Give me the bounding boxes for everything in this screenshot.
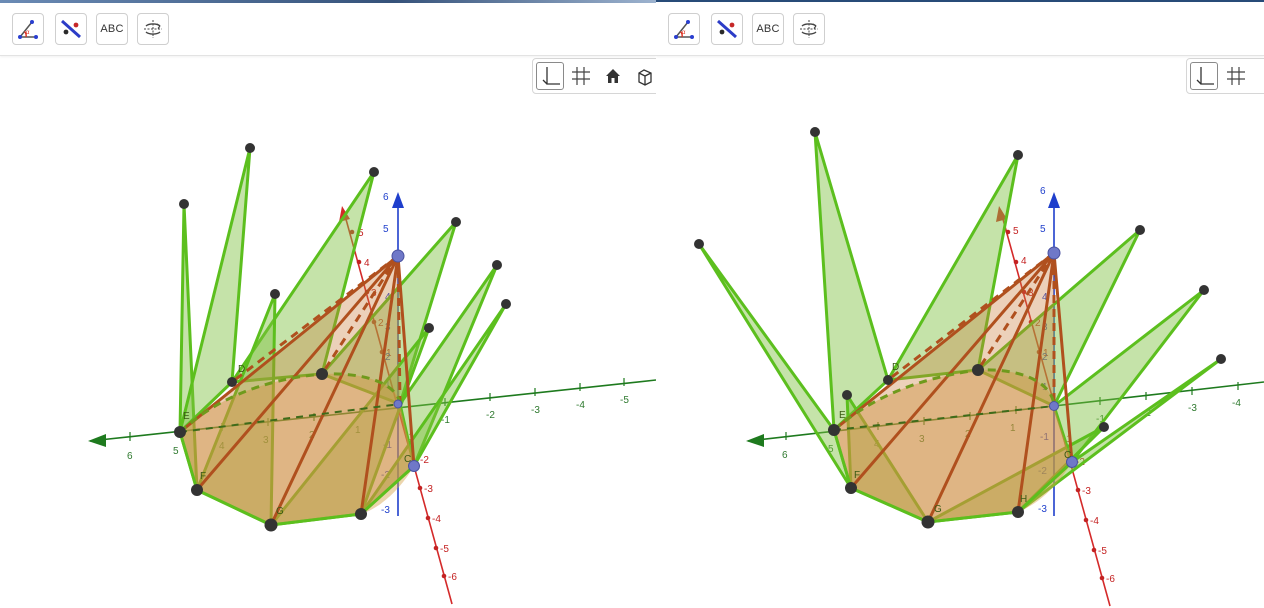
- point[interactable]: [245, 143, 255, 153]
- x-tick-label: -2: [486, 410, 495, 421]
- graphics-view-left[interactable]: α ABC 6 5 4 3 1 -1 -2 -3 -4 -5 5 4 2 1 -…: [0, 0, 656, 608]
- point[interactable]: [270, 289, 280, 299]
- z-tick-label: 6: [1040, 186, 1046, 197]
- point-label: G: [276, 506, 284, 517]
- point-label: E: [183, 411, 190, 422]
- point[interactable]: [972, 364, 984, 376]
- point-label: D: [892, 362, 899, 373]
- x-tick-label: 5: [173, 446, 179, 457]
- cone-apex-point[interactable]: [391, 249, 405, 263]
- point-label: H: [1020, 494, 1027, 505]
- point[interactable]: [842, 390, 852, 400]
- y-tick-label: -2: [420, 455, 429, 466]
- y-tick-label: -5: [1098, 546, 1107, 557]
- z-axis-arrow: [1048, 192, 1060, 208]
- point[interactable]: [264, 518, 278, 532]
- point-label: D: [238, 364, 245, 375]
- point-label: C: [1064, 450, 1071, 461]
- x-tick-label: -5: [620, 395, 629, 406]
- point[interactable]: [501, 299, 511, 309]
- x-axis-arrow: [88, 434, 106, 447]
- point[interactable]: [694, 239, 704, 249]
- point[interactable]: [174, 426, 186, 438]
- point-label: F: [854, 470, 860, 481]
- origin-point[interactable]: [393, 399, 403, 409]
- point[interactable]: [1013, 150, 1023, 160]
- point-label: G: [934, 504, 942, 515]
- graphics-view-right[interactable]: α ABC 6 5 4 3 1 -1 -2 -3 -4 5 4 3 2 1 -1…: [656, 0, 1264, 608]
- x-tick-label: -4: [1232, 398, 1241, 409]
- point[interactable]: [1135, 225, 1145, 235]
- x-tick-label: 6: [127, 451, 133, 462]
- point[interactable]: [1012, 506, 1024, 518]
- z-axis-arrow: [392, 192, 404, 208]
- y-tick-label: -5: [440, 544, 449, 555]
- x-tick-label: 6: [782, 450, 788, 461]
- y-tick-label: -4: [1090, 516, 1099, 527]
- petal-face: [813, 130, 890, 432]
- y-tick-label: -3: [1082, 486, 1091, 497]
- y-tick-label: 4: [1021, 256, 1027, 267]
- y-tick-label: -3: [424, 484, 433, 495]
- point[interactable]: [316, 368, 328, 380]
- x-axis-arrow: [746, 434, 764, 447]
- point[interactable]: [1099, 422, 1109, 432]
- y-tick-label: -4: [432, 514, 441, 525]
- x-tick-label: -4: [576, 400, 585, 411]
- cone-apex-point[interactable]: [1047, 246, 1061, 260]
- point[interactable]: [1216, 354, 1226, 364]
- point[interactable]: [921, 515, 935, 529]
- point[interactable]: [227, 377, 237, 387]
- point[interactable]: [179, 199, 189, 209]
- point-label: F: [200, 471, 206, 482]
- point[interactable]: [810, 127, 820, 137]
- point[interactable]: [424, 323, 434, 333]
- point[interactable]: [883, 375, 893, 385]
- point-label: E: [839, 410, 846, 421]
- point[interactable]: [451, 217, 461, 227]
- z-tick-label: -3: [381, 505, 390, 516]
- point[interactable]: [1199, 285, 1209, 295]
- z-tick-label: 5: [1040, 224, 1046, 235]
- point[interactable]: [355, 508, 367, 520]
- origin-point[interactable]: [1049, 401, 1059, 411]
- scene-3d-left[interactable]: 6 5 4 3 2 1 -1 -2 -3 -4 -5 5 4 3 2 1: [0, 0, 656, 608]
- point[interactable]: [369, 167, 379, 177]
- x-tick-label: -3: [531, 405, 540, 416]
- point[interactable]: [845, 482, 857, 494]
- point-label: C: [404, 454, 411, 465]
- z-tick-label: -3: [1038, 504, 1047, 515]
- z-tick-label: 5: [383, 224, 389, 235]
- z-tick-label: 6: [383, 192, 389, 203]
- y-tick-label: -6: [1106, 574, 1115, 585]
- scene-3d-right[interactable]: 6 5 4 3 2 1 -1 -2 -3 -4 5 4 3 2 1 -1: [656, 0, 1264, 608]
- y-tick-label: -6: [448, 572, 457, 583]
- y-tick-label: 4: [364, 258, 370, 269]
- point[interactable]: [828, 424, 840, 436]
- point[interactable]: [492, 260, 502, 270]
- y-tick-label: 5: [1013, 226, 1019, 237]
- x-tick-label: -3: [1188, 403, 1197, 414]
- point[interactable]: [191, 484, 203, 496]
